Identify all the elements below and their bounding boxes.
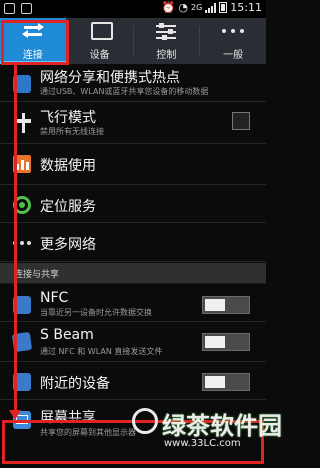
alarm-icon: ⏰: [161, 1, 176, 14]
download-icon: [21, 3, 32, 14]
item-title: 更多网络: [40, 237, 96, 253]
list-item-s-beam[interactable]: S Beam 通过 NFC 和 WLAN 直接发送文件: [0, 322, 266, 362]
s-beam-toggle[interactable]: [202, 333, 250, 351]
sliders-icon: [155, 22, 177, 40]
item-title: 网络分享和便携式热点: [40, 70, 180, 86]
clock: 15:11: [230, 1, 262, 14]
item-subtitle: 通过 NFC 和 WLAN 直接发送文件: [40, 347, 163, 356]
highlight-box-tab: [1, 20, 69, 65]
annotation-arrow-line: [14, 64, 17, 412]
device-icon: [90, 22, 113, 40]
nfc-toggle[interactable]: [202, 296, 250, 314]
item-title: 附近的设备: [40, 376, 110, 392]
airplane-mode-checkbox[interactable]: [232, 112, 250, 130]
signal-icon: [205, 2, 217, 13]
item-title: NFC: [40, 290, 69, 306]
nearby-devices-toggle[interactable]: [202, 373, 250, 391]
section-label: 连接与共享: [14, 270, 60, 280]
tab-general[interactable]: 一般: [200, 18, 266, 64]
settings-list: 网络分享和便携式热点 通过USB、WLAN或蓝牙共享您设备的移动数据 飞行模式 …: [0, 64, 266, 262]
list-item-location[interactable]: 定位服务: [0, 185, 266, 223]
item-subtitle: 通过USB、WLAN或蓝牙共享您设备的移动数据: [40, 87, 209, 96]
item-subtitle: 当靠近另一设备时允许数据交换: [40, 308, 152, 317]
item-title: S Beam: [40, 327, 94, 343]
tab-label: 设备: [89, 50, 110, 61]
network-type: 2G: [191, 3, 203, 12]
watermark-logo-icon: [132, 408, 158, 434]
notification-icon: [4, 3, 15, 14]
list-item-nearby-devices[interactable]: 附近的设备: [0, 362, 266, 400]
item-subtitle: 禁用所有无线连接: [40, 127, 104, 136]
tab-label: 控制: [156, 50, 177, 61]
watermark: 绿茶软件园 www.33LC.com: [128, 406, 282, 466]
list-item-nfc[interactable]: NFC 当靠近另一设备时允许数据交换: [0, 285, 266, 322]
toggle-knob: [205, 336, 225, 348]
tab-controls[interactable]: 控制: [134, 18, 200, 64]
annotation-arrow-head: [9, 410, 21, 420]
toggle-knob: [205, 376, 225, 388]
list-item-more-networks[interactable]: 更多网络: [0, 223, 266, 262]
battery-icon: [219, 2, 228, 13]
tab-label: 一般: [223, 50, 244, 61]
status-bar: ⏰ ◔ 2G 15:11: [0, 0, 266, 18]
more-dots-icon: [222, 22, 245, 40]
list-item-tethering[interactable]: 网络分享和便携式热点 通过USB、WLAN或蓝牙共享您设备的移动数据: [0, 64, 266, 102]
item-title: 定位服务: [40, 199, 96, 215]
watermark-url: www.33LC.com: [164, 438, 241, 449]
list-item-data-usage[interactable]: 数据使用: [0, 144, 266, 185]
section-header: 连接与共享: [0, 263, 266, 284]
watermark-text: 绿茶软件园: [162, 412, 282, 440]
toggle-knob: [205, 299, 225, 311]
list-item-airplane-mode[interactable]: 飞行模式 禁用所有无线连接: [0, 102, 266, 144]
item-title: 飞行模式: [40, 110, 96, 126]
tab-device[interactable]: 设备: [67, 18, 133, 64]
item-title: 数据使用: [40, 158, 96, 174]
wifi-icon: ◔: [178, 1, 188, 14]
